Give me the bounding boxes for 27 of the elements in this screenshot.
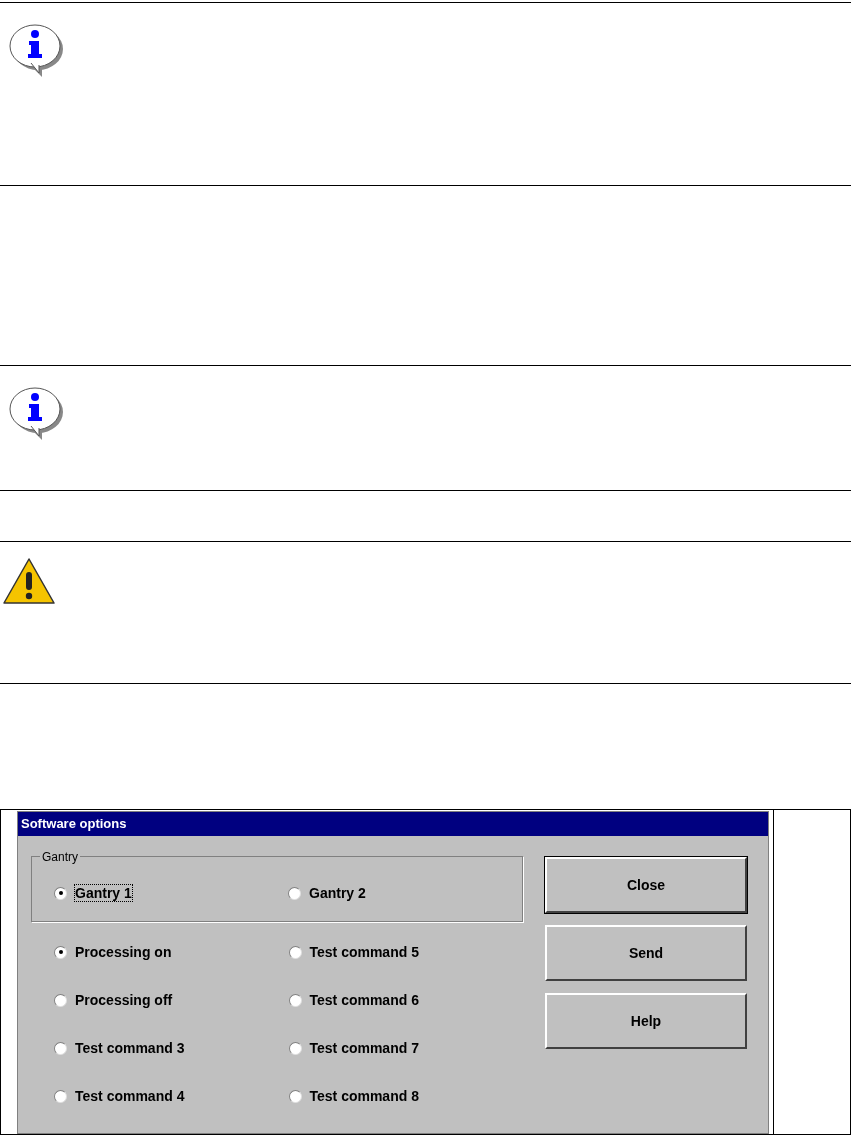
radio-label: Test command 8 <box>309 1088 419 1104</box>
radio-label: Test command 4 <box>75 1088 185 1104</box>
radio-label: Processing off <box>75 992 173 1008</box>
radio-button[interactable] <box>54 1089 67 1103</box>
window-title: Software options <box>21 815 127 834</box>
radio-button[interactable] <box>288 1089 302 1103</box>
radio-label: Processing on <box>75 944 172 960</box>
dialog-button[interactable]: Close <box>545 857 747 913</box>
radio-button[interactable] <box>288 945 302 959</box>
radio-button[interactable] <box>54 886 67 900</box>
radio-label: Test command 6 <box>309 992 419 1008</box>
radio-button[interactable] <box>288 1041 302 1055</box>
radio-button[interactable] <box>54 993 67 1007</box>
radio-label: Test command 3 <box>75 1040 185 1056</box>
radio-label: Test command 5 <box>309 944 419 960</box>
radio-label: Gantry 2 <box>309 885 366 901</box>
warning-icon <box>2 557 56 605</box>
radio-label: Gantry 1 <box>75 885 132 901</box>
dialog-button[interactable]: Help <box>545 993 747 1049</box>
radio-button[interactable] <box>288 886 301 900</box>
radio-button[interactable] <box>288 993 302 1007</box>
radio-button[interactable] <box>54 945 67 959</box>
dialog-button[interactable]: Send <box>545 925 747 981</box>
info-icon <box>8 386 66 442</box>
radio-button[interactable] <box>54 1041 67 1055</box>
radio-label: Test command 7 <box>309 1040 419 1056</box>
info-icon <box>8 23 66 79</box>
